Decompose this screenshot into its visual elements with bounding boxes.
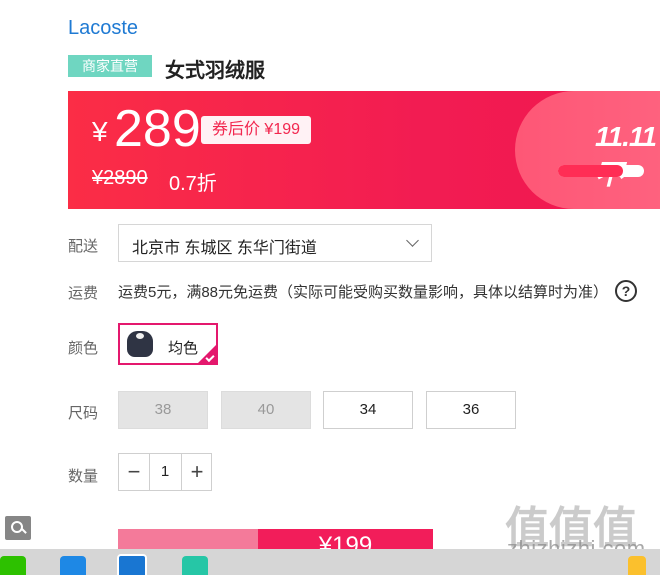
quantity-input[interactable]: 1 bbox=[150, 454, 180, 490]
taskbar bbox=[0, 549, 660, 577]
shipping-info: 运费5元，满88元免运费（实际可能受购买数量影响，具体以结算时为准） bbox=[118, 284, 609, 301]
chat-app-icon[interactable] bbox=[0, 556, 26, 575]
event-progress bbox=[558, 165, 644, 177]
size-option-36[interactable]: 36 bbox=[426, 391, 516, 429]
price-banner: ¥ 289 券后价 ¥199 ¥2890 0.7折 11.11 不 bbox=[68, 91, 660, 209]
original-price: ¥2890 bbox=[92, 167, 148, 189]
event-logo: 11.11 不 bbox=[595, 121, 657, 190]
discount-label: 0.7折 bbox=[169, 173, 217, 195]
size-option-40[interactable]: 40 bbox=[221, 391, 311, 429]
shipping-label: 运费 bbox=[68, 285, 99, 302]
search-icon bbox=[11, 521, 23, 533]
color-option-label: 均色 bbox=[168, 340, 199, 357]
color-label: 颜色 bbox=[68, 340, 99, 357]
address-value: 北京市 东城区 东华门街道 bbox=[132, 240, 317, 257]
decrease-button[interactable]: − bbox=[119, 454, 149, 490]
current-price: 289 bbox=[114, 100, 201, 158]
zoom-button[interactable] bbox=[5, 516, 31, 540]
address-select[interactable]: 北京市 东城区 东华门街道 bbox=[118, 224, 432, 262]
active-app-icon[interactable] bbox=[117, 554, 147, 577]
brand-link[interactable]: Lacoste bbox=[68, 17, 138, 40]
jacket-thumbnail-icon bbox=[127, 331, 153, 357]
tray-icon[interactable] bbox=[628, 556, 646, 575]
coupon-price-badge: 券后价 ¥199 bbox=[201, 116, 311, 144]
search-icon-handle bbox=[21, 528, 27, 534]
color-option-selected[interactable]: 均色 bbox=[118, 323, 218, 365]
quantity-stepper: − 1 + bbox=[118, 453, 212, 491]
event-progress-fill bbox=[558, 165, 623, 177]
currency-symbol: ¥ bbox=[92, 116, 108, 147]
mail-app-icon[interactable] bbox=[60, 556, 86, 575]
quantity-label: 数量 bbox=[68, 468, 99, 485]
chevron-down-icon bbox=[406, 234, 419, 247]
size-option-38[interactable]: 38 bbox=[118, 391, 208, 429]
delivery-label: 配送 bbox=[68, 238, 99, 255]
product-title: 女式羽绒服 bbox=[165, 60, 265, 82]
size-option-34[interactable]: 34 bbox=[323, 391, 413, 429]
increase-button[interactable]: + bbox=[182, 454, 212, 490]
size-label: 尺码 bbox=[68, 405, 99, 422]
store-tag: 商家直营 bbox=[68, 55, 152, 77]
shopping-app-icon[interactable] bbox=[182, 556, 208, 575]
help-icon[interactable]: ? bbox=[615, 280, 637, 302]
